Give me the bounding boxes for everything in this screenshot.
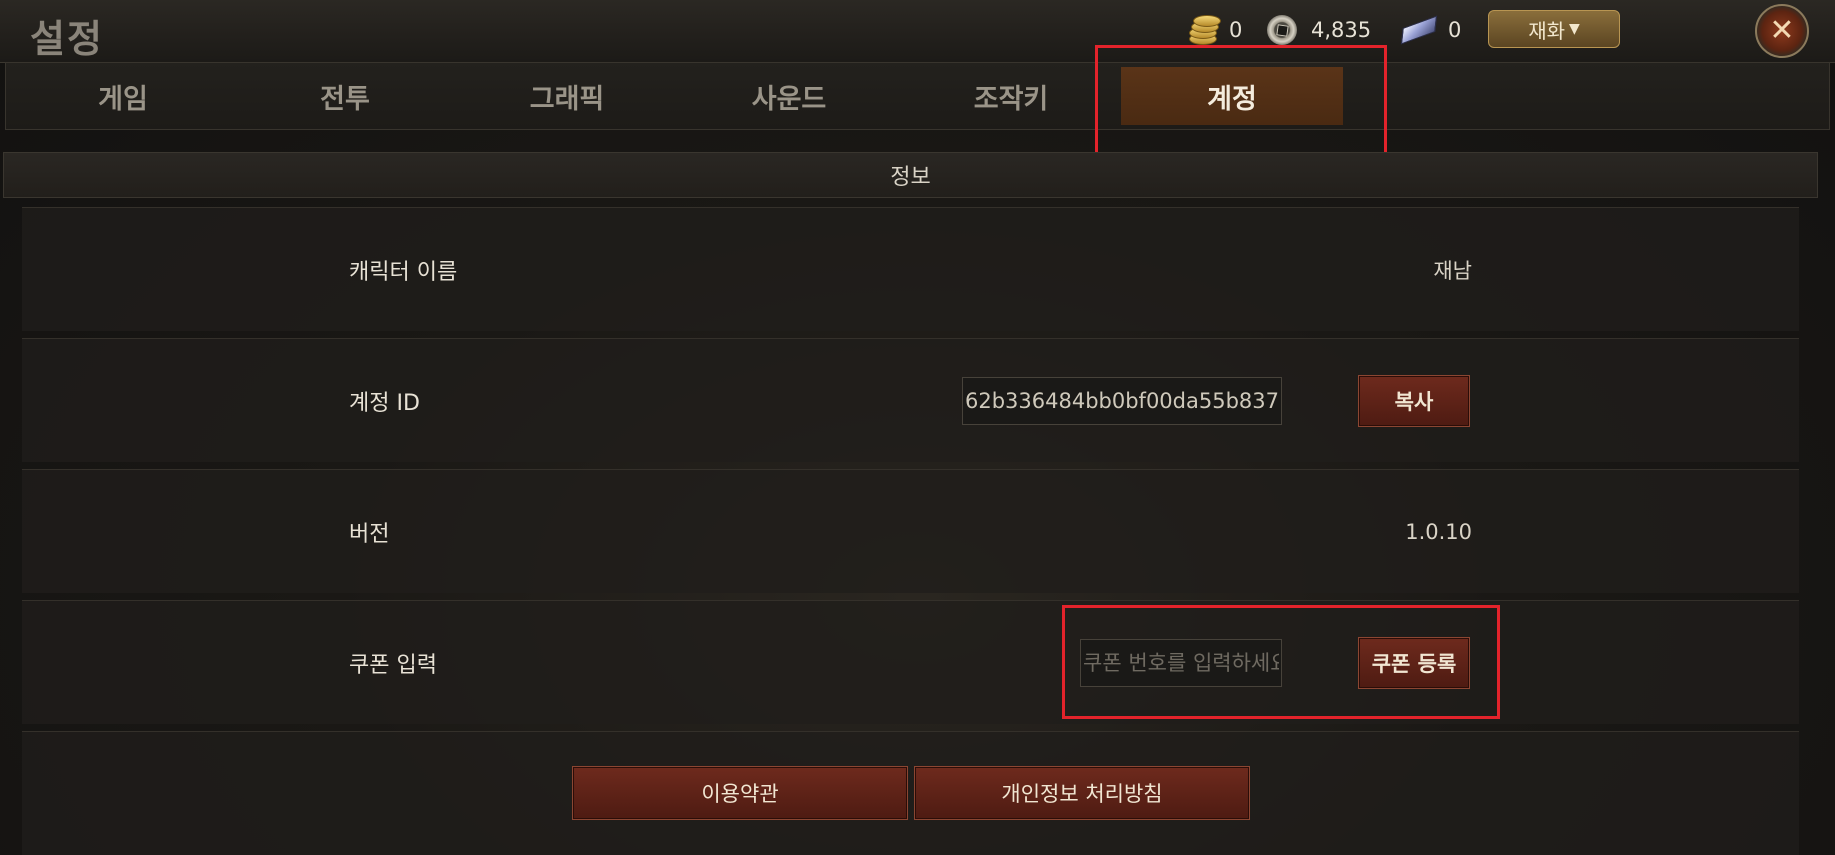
tab-game[interactable]: 게임 — [12, 67, 234, 125]
row-coupon: 쿠폰 입력 쿠폰 등록 — [22, 600, 1799, 724]
currency-dropdown-button[interactable]: 재화 ▼ — [1488, 10, 1620, 48]
section-title: 정보 — [890, 165, 931, 190]
header-bar: 설정 0 4,835 0 재화 ▼ ✕ — [0, 0, 1835, 63]
account-id-label: 계정 ID — [349, 390, 420, 416]
close-button[interactable]: ✕ — [1755, 4, 1809, 58]
row-character-name: 캐릭터 이름 재남 — [22, 207, 1799, 331]
currency-ring: 4,835 — [1267, 12, 1371, 48]
character-name-label: 캐릭터 이름 — [349, 259, 458, 285]
currency-dropdown-label: 재화 — [1528, 18, 1566, 43]
gold-coins-icon — [1185, 15, 1221, 45]
row-account-id: 계정 ID 62b336484bb0bf00da55b837 복사 — [22, 338, 1799, 462]
coupon-highlight-box — [1062, 605, 1500, 719]
triangle-down-icon: ▼ — [1569, 21, 1580, 37]
ring-coin-icon — [1267, 15, 1297, 45]
tab-controls[interactable]: 조작키 — [900, 67, 1122, 125]
version-value: 1.0.10 — [1405, 519, 1472, 544]
currency-ring-value: 4,835 — [1311, 18, 1372, 42]
coupon-label: 쿠폰 입력 — [349, 652, 437, 678]
account-id-value: 62b336484bb0bf00da55b837 — [964, 389, 1279, 413]
section-header-info: 정보 — [3, 152, 1818, 198]
settings-tab-bar: 게임 전투 그래픽 사운드 조작키 계정 — [5, 62, 1830, 130]
character-name-value: 재남 — [1433, 258, 1472, 283]
terms-button[interactable]: 이용약관 — [572, 766, 908, 820]
currency-gold-value: 0 — [1229, 18, 1243, 42]
tab-graphics[interactable]: 그래픽 — [456, 67, 678, 125]
tab-combat[interactable]: 전투 — [234, 67, 456, 125]
tab-highlight-box — [1095, 45, 1387, 155]
crystal-icon — [1400, 15, 1438, 45]
page-title: 설정 — [30, 17, 104, 61]
currency-gold: 0 — [1185, 12, 1242, 48]
account-id-field[interactable]: 62b336484bb0bf00da55b837 — [962, 377, 1282, 425]
row-version: 버전 1.0.10 — [22, 469, 1799, 593]
version-label: 버전 — [349, 521, 390, 547]
currency-crystal-value: 0 — [1448, 18, 1462, 42]
settings-screen: 설정 0 4,835 0 재화 ▼ ✕ 게임 전투 그래픽 사운드 조작키 계정… — [0, 0, 1835, 855]
row-footer: 이용약관 개인정보 처리방침 — [22, 731, 1799, 855]
tab-sound[interactable]: 사운드 — [678, 67, 900, 125]
close-icon: ✕ — [1769, 13, 1795, 48]
copy-button[interactable]: 복사 — [1358, 375, 1470, 427]
privacy-policy-button[interactable]: 개인정보 처리방침 — [914, 766, 1250, 820]
currency-crystal: 0 — [1400, 12, 1461, 48]
